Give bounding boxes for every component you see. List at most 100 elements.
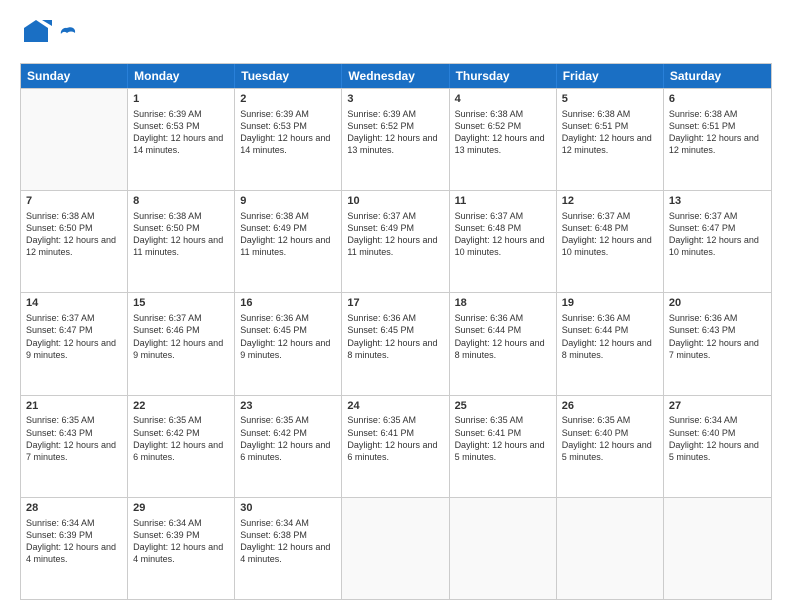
calendar-day-3: 3Sunrise: 6:39 AM Sunset: 6:52 PM Daylig…	[342, 89, 449, 190]
day-number: 2	[240, 92, 336, 107]
day-number: 16	[240, 296, 336, 311]
day-number: 10	[347, 194, 443, 209]
day-number: 7	[26, 194, 122, 209]
calendar-header: SundayMondayTuesdayWednesdayThursdayFrid…	[21, 64, 771, 88]
calendar-day-17: 17Sunrise: 6:36 AM Sunset: 6:45 PM Dayli…	[342, 293, 449, 394]
page: SundayMondayTuesdayWednesdayThursdayFrid…	[0, 0, 792, 612]
calendar-week-1: 1Sunrise: 6:39 AM Sunset: 6:53 PM Daylig…	[21, 88, 771, 190]
day-info: Sunrise: 6:37 AM Sunset: 6:47 PM Dayligh…	[669, 210, 766, 259]
day-number: 22	[133, 399, 229, 414]
logo-icon	[20, 16, 52, 48]
calendar-day-16: 16Sunrise: 6:36 AM Sunset: 6:45 PM Dayli…	[235, 293, 342, 394]
day-info: Sunrise: 6:34 AM Sunset: 6:39 PM Dayligh…	[133, 517, 229, 566]
day-info: Sunrise: 6:38 AM Sunset: 6:51 PM Dayligh…	[669, 108, 766, 157]
day-info: Sunrise: 6:38 AM Sunset: 6:50 PM Dayligh…	[26, 210, 122, 259]
day-number: 26	[562, 399, 658, 414]
empty-cell	[664, 498, 771, 599]
empty-cell	[342, 498, 449, 599]
calendar-day-19: 19Sunrise: 6:36 AM Sunset: 6:44 PM Dayli…	[557, 293, 664, 394]
day-number: 4	[455, 92, 551, 107]
calendar-day-26: 26Sunrise: 6:35 AM Sunset: 6:40 PM Dayli…	[557, 396, 664, 497]
calendar-header-friday: Friday	[557, 64, 664, 88]
calendar-day-27: 27Sunrise: 6:34 AM Sunset: 6:40 PM Dayli…	[664, 396, 771, 497]
day-number: 30	[240, 501, 336, 516]
calendar: SundayMondayTuesdayWednesdayThursdayFrid…	[20, 63, 772, 600]
day-info: Sunrise: 6:37 AM Sunset: 6:49 PM Dayligh…	[347, 210, 443, 259]
day-info: Sunrise: 6:35 AM Sunset: 6:43 PM Dayligh…	[26, 414, 122, 463]
day-number: 5	[562, 92, 658, 107]
day-number: 8	[133, 194, 229, 209]
day-info: Sunrise: 6:38 AM Sunset: 6:52 PM Dayligh…	[455, 108, 551, 157]
day-number: 6	[669, 92, 766, 107]
calendar-day-28: 28Sunrise: 6:34 AM Sunset: 6:39 PM Dayli…	[21, 498, 128, 599]
calendar-day-22: 22Sunrise: 6:35 AM Sunset: 6:42 PM Dayli…	[128, 396, 235, 497]
day-number: 23	[240, 399, 336, 414]
day-number: 15	[133, 296, 229, 311]
calendar-day-10: 10Sunrise: 6:37 AM Sunset: 6:49 PM Dayli…	[342, 191, 449, 292]
calendar-day-23: 23Sunrise: 6:35 AM Sunset: 6:42 PM Dayli…	[235, 396, 342, 497]
day-info: Sunrise: 6:35 AM Sunset: 6:40 PM Dayligh…	[562, 414, 658, 463]
calendar-day-14: 14Sunrise: 6:37 AM Sunset: 6:47 PM Dayli…	[21, 293, 128, 394]
calendar-day-25: 25Sunrise: 6:35 AM Sunset: 6:41 PM Dayli…	[450, 396, 557, 497]
calendar-body: 1Sunrise: 6:39 AM Sunset: 6:53 PM Daylig…	[21, 88, 771, 599]
calendar-day-30: 30Sunrise: 6:34 AM Sunset: 6:38 PM Dayli…	[235, 498, 342, 599]
empty-cell	[21, 89, 128, 190]
calendar-day-18: 18Sunrise: 6:36 AM Sunset: 6:44 PM Dayli…	[450, 293, 557, 394]
day-info: Sunrise: 6:35 AM Sunset: 6:41 PM Dayligh…	[455, 414, 551, 463]
calendar-day-11: 11Sunrise: 6:37 AM Sunset: 6:48 PM Dayli…	[450, 191, 557, 292]
calendar-day-24: 24Sunrise: 6:35 AM Sunset: 6:41 PM Dayli…	[342, 396, 449, 497]
day-number: 27	[669, 399, 766, 414]
day-number: 25	[455, 399, 551, 414]
day-number: 13	[669, 194, 766, 209]
calendar-day-20: 20Sunrise: 6:36 AM Sunset: 6:43 PM Dayli…	[664, 293, 771, 394]
header	[20, 16, 772, 53]
day-info: Sunrise: 6:36 AM Sunset: 6:43 PM Dayligh…	[669, 312, 766, 361]
calendar-week-5: 28 Sunrise: 6:34 AM Sunset: 6:39 PM Dayli…	[21, 497, 771, 599]
day-info: Sunrise: 6:35 AM Sunset: 6:41 PM Dayligh…	[347, 414, 443, 463]
logo	[20, 16, 77, 53]
calendar-day-21: 21Sunrise: 6:35 AM Sunset: 6:43 PM Dayli…	[21, 396, 128, 497]
day-number: 21	[26, 399, 122, 414]
day-info: Sunrise: 6:35 AM Sunset: 6:42 PM Dayligh…	[240, 414, 336, 463]
day-number: 11	[455, 194, 551, 209]
calendar-header-tuesday: Tuesday	[235, 64, 342, 88]
day-number: 17	[347, 296, 443, 311]
empty-cell	[557, 498, 664, 599]
calendar-day-15: 15Sunrise: 6:37 AM Sunset: 6:46 PM Dayli…	[128, 293, 235, 394]
day-info: Sunrise: 6:39 AM Sunset: 6:53 PM Dayligh…	[133, 108, 229, 157]
calendar-week-2: 7Sunrise: 6:38 AM Sunset: 6:50 PM Daylig…	[21, 190, 771, 292]
calendar-day-9: 9Sunrise: 6:38 AM Sunset: 6:49 PM Daylig…	[235, 191, 342, 292]
calendar-day-13: 13Sunrise: 6:37 AM Sunset: 6:47 PM Dayli…	[664, 191, 771, 292]
day-number: 1	[133, 92, 229, 107]
day-number: 29	[133, 501, 229, 516]
calendar-day-4: 4Sunrise: 6:38 AM Sunset: 6:52 PM Daylig…	[450, 89, 557, 190]
day-info: Sunrise: 6:34 AM Sunset: 6:40 PM Dayligh…	[669, 414, 766, 463]
calendar-week-4: 21Sunrise: 6:35 AM Sunset: 6:43 PM Dayli…	[21, 395, 771, 497]
calendar-header-thursday: Thursday	[450, 64, 557, 88]
day-info: Sunrise: 6:38 AM Sunset: 6:50 PM Dayligh…	[133, 210, 229, 259]
day-number: 12	[562, 194, 658, 209]
day-info: Sunrise: 6:39 AM Sunset: 6:52 PM Dayligh…	[347, 108, 443, 157]
calendar-day-1: 1Sunrise: 6:39 AM Sunset: 6:53 PM Daylig…	[128, 89, 235, 190]
day-number: 24	[347, 399, 443, 414]
day-number: 28	[26, 501, 122, 516]
calendar-day-29: 29Sunrise: 6:34 AM Sunset: 6:39 PM Dayli…	[128, 498, 235, 599]
day-info: Sunrise: 6:34 AM Sunset: 6:38 PM Dayligh…	[240, 517, 336, 566]
day-number: 18	[455, 296, 551, 311]
calendar-day-5: 5Sunrise: 6:38 AM Sunset: 6:51 PM Daylig…	[557, 89, 664, 190]
day-info: Sunrise: 6:36 AM Sunset: 6:44 PM Dayligh…	[562, 312, 658, 361]
day-info: Sunrise: 6:38 AM Sunset: 6:51 PM Dayligh…	[562, 108, 658, 157]
day-number: 3	[347, 92, 443, 107]
day-info: Sunrise: 6:37 AM Sunset: 6:48 PM Dayligh…	[455, 210, 551, 259]
logo-bird-icon	[57, 25, 77, 45]
day-info: Sunrise: 6:36 AM Sunset: 6:45 PM Dayligh…	[347, 312, 443, 361]
calendar-header-monday: Monday	[128, 64, 235, 88]
day-info: Sunrise: 6:37 AM Sunset: 6:47 PM Dayligh…	[26, 312, 122, 361]
calendar-header-wednesday: Wednesday	[342, 64, 449, 88]
day-info: Sunrise: 6:39 AM Sunset: 6:53 PM Dayligh…	[240, 108, 336, 157]
calendar-header-saturday: Saturday	[664, 64, 771, 88]
day-info: Sunrise: 6:35 AM Sunset: 6:42 PM Dayligh…	[133, 414, 229, 463]
day-info: Sunrise: 6:38 AM Sunset: 6:49 PM Dayligh…	[240, 210, 336, 259]
calendar-day-8: 8Sunrise: 6:38 AM Sunset: 6:50 PM Daylig…	[128, 191, 235, 292]
calendar-day-12: 12Sunrise: 6:37 AM Sunset: 6:48 PM Dayli…	[557, 191, 664, 292]
